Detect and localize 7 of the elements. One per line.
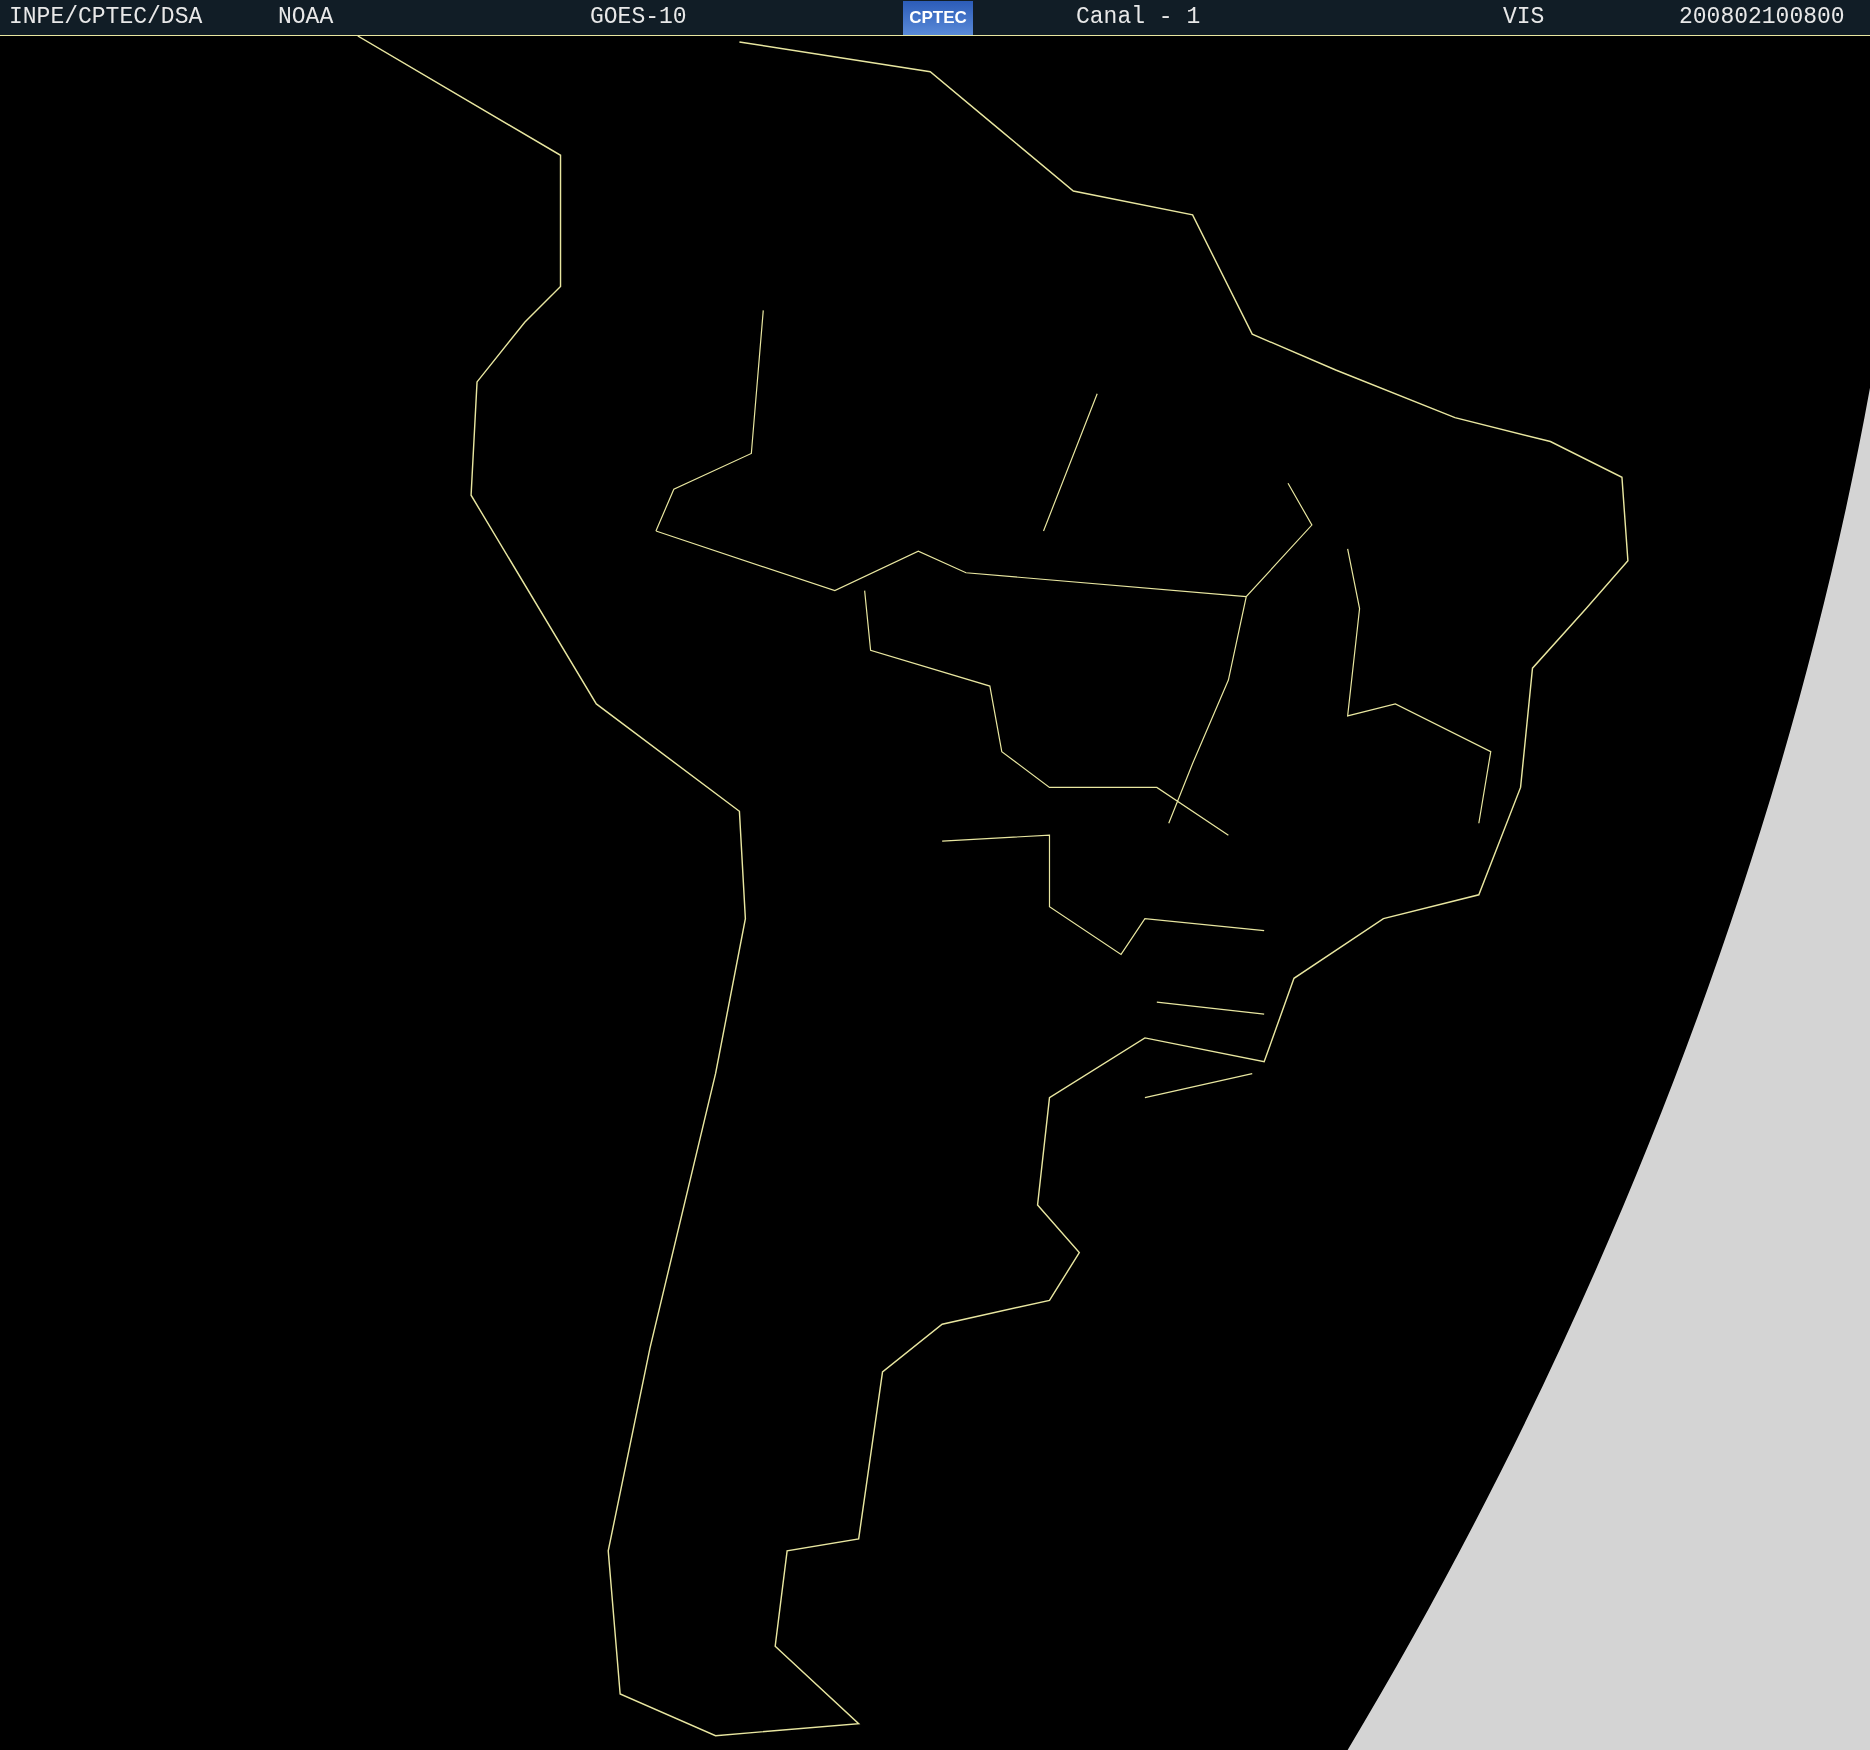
logo: CPTEC	[903, 0, 973, 35]
source-label: NOAA	[278, 3, 335, 33]
channel-label: Canal - 1	[1076, 3, 1202, 33]
agency-label: INPE/CPTEC/DSA	[9, 3, 204, 33]
band-label: VIS	[1503, 3, 1546, 33]
satellite-label: GOES-10	[590, 3, 688, 33]
timestamp-label: 200802100800	[1679, 3, 1845, 33]
